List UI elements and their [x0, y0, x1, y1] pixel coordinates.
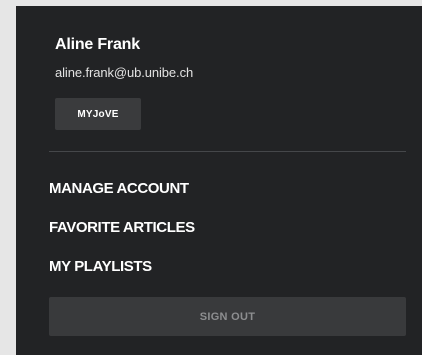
myjove-button[interactable]: MYJoVE — [55, 98, 141, 130]
menu-item-manage-account[interactable]: MANAGE ACCOUNT — [49, 180, 189, 197]
sign-out-button[interactable]: SIGN OUT — [49, 297, 406, 336]
menu-item-my-playlists[interactable]: MY PLAYLISTS — [49, 258, 152, 275]
user-name: Aline Frank — [55, 36, 140, 53]
account-dropdown-panel: Aline Frank aline.frank@ub.unibe.ch MYJo… — [16, 6, 422, 355]
menu-item-favorite-articles[interactable]: FAVORITE ARTICLES — [49, 219, 195, 236]
divider — [49, 151, 406, 152]
user-email: aline.frank@ub.unibe.ch — [55, 65, 194, 80]
